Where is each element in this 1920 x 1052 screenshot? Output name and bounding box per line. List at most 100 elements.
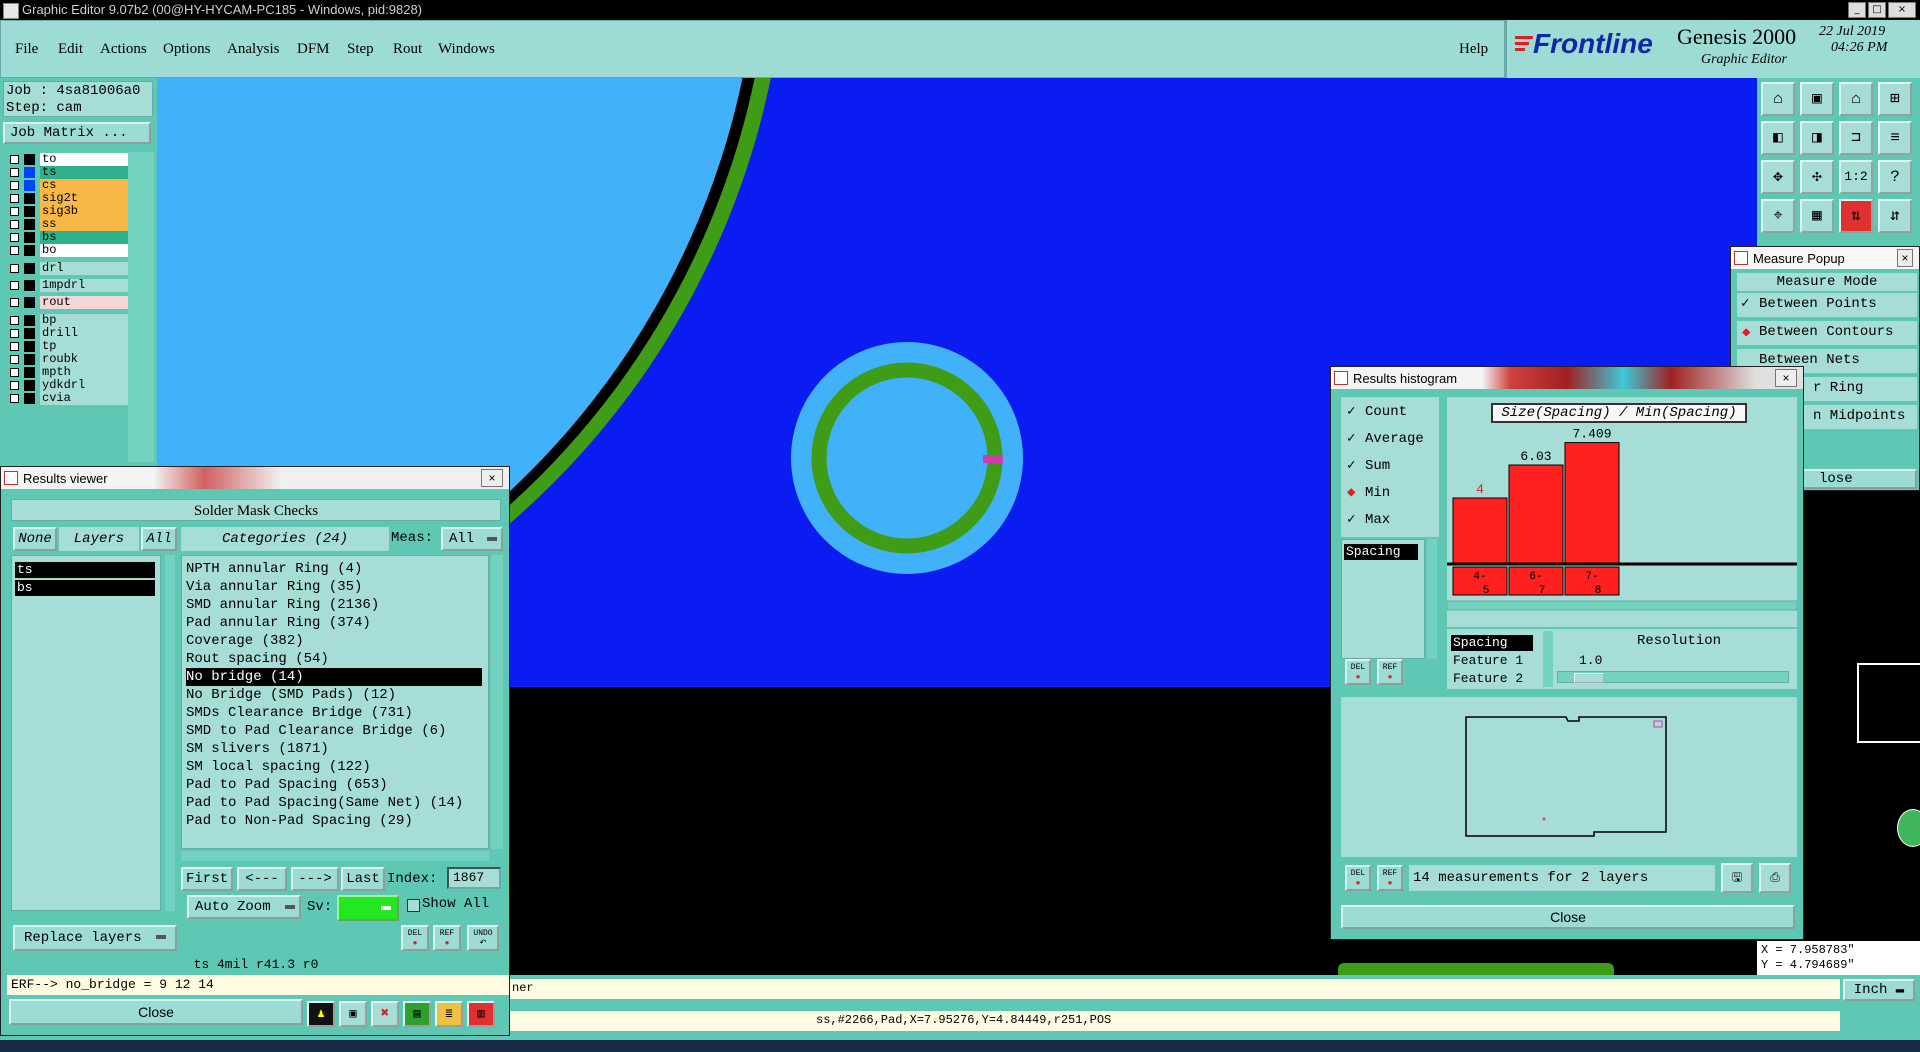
category-item[interactable]: No bridge (14) [186,668,482,686]
category-hscrollbar[interactable] [181,851,489,861]
menu-help[interactable]: Help [1459,41,1488,58]
meas-dropdown[interactable]: All [441,527,503,551]
layer-checkbox[interactable] [10,329,19,338]
pan-left-icon[interactable]: ◧ [1761,121,1795,155]
layer-list-scrollbar[interactable] [165,555,175,911]
category-item[interactable]: Pad to Pad Spacing (653) [186,776,388,794]
close-window-button[interactable]: × [1888,2,1916,18]
stat-option-min[interactable]: ◆ Min [1345,484,1437,504]
hist-ref-button[interactable]: REF ● [1377,659,1403,685]
resolution-slider[interactable] [1557,671,1789,683]
zoom-home-icon[interactable]: ⌂ [1761,82,1795,116]
measure-list-scrollbar[interactable] [1427,539,1437,659]
menu-options[interactable]: Options [163,41,211,58]
house-icon[interactable]: ⌂ [1839,82,1873,116]
category-item[interactable]: Via annular Ring (35) [186,578,362,596]
fit-icon[interactable]: ⊐ [1839,121,1873,155]
layer-color-swatch[interactable] [24,328,35,339]
field-feature-2[interactable]: Feature 2 [1453,671,1523,686]
unit-selector[interactable]: Inch ▬ [1843,979,1915,1001]
layer-color-swatch[interactable] [24,354,35,365]
field-spacing[interactable]: Spacing [1451,635,1533,651]
person-icon[interactable]: ♟ [307,1001,335,1027]
menu-step[interactable]: Step [347,41,374,58]
category-item[interactable]: Pad to Pad Spacing(Same Net) (14) [186,794,463,812]
category-item[interactable]: SM slivers (1871) [186,740,329,758]
histogram-close-button[interactable]: Close [1341,905,1795,929]
preview-del-button[interactable]: DEL ● [1345,865,1371,891]
layer-color-swatch[interactable] [24,280,35,291]
results-viewer-close-icon[interactable]: × [481,469,503,487]
measure-option-points[interactable]: ✓ Between Points [1737,293,1917,317]
undo-button[interactable]: UNDO ↶ [467,925,499,951]
stat-option-sum[interactable]: ✓ Sum [1345,457,1437,477]
histogram-bar[interactable] [1564,442,1620,564]
minimize-button[interactable]: _ [1848,2,1866,18]
histogram-bar[interactable] [1508,464,1564,564]
category-item[interactable]: SMDs Clearance Bridge (731) [186,704,413,722]
measure-type-item[interactable]: Spacing [1344,544,1418,560]
layer-checkbox[interactable] [10,368,19,377]
layer-color-swatch[interactable] [24,245,35,256]
zoom-in-icon[interactable]: ▣ [1800,82,1834,116]
histogram-close-icon[interactable]: × [1775,369,1797,387]
layer-color-swatch[interactable] [24,393,35,404]
layer-color-swatch[interactable] [24,219,35,230]
snap-icon[interactable]: ⌖ [1761,199,1795,233]
category-item[interactable]: Pad annular Ring (374) [186,614,371,632]
layer-checkbox[interactable] [10,181,19,190]
layer-name[interactable]: 1mpdrl [40,279,132,292]
layer-checkbox[interactable] [10,264,19,273]
list-icon[interactable]: ≣ [435,1001,463,1027]
layer-color-swatch[interactable] [24,380,35,391]
stat-option-count[interactable]: ✓ Count [1345,403,1437,423]
category-item[interactable]: SM local spacing (122) [186,758,371,776]
menu-actions[interactable]: Actions [100,41,147,58]
sv-color-dropdown[interactable] [337,895,399,921]
scale-1-2-icon[interactable]: 1:2 [1839,160,1873,194]
layer-checkbox[interactable] [10,220,19,229]
command-line[interactable]: ERF--> no_bridge = 9 12 14 [7,975,509,995]
histogram-icon[interactable]: ▥ [467,1001,495,1027]
layer-color-swatch[interactable] [24,193,35,204]
export-icon[interactable]: 🖫 [1721,863,1753,893]
layer-checkbox[interactable] [10,381,19,390]
layer-color-swatch[interactable] [24,297,35,308]
layer-color-swatch[interactable] [24,232,35,243]
layer-color-swatch[interactable] [24,367,35,378]
category-item[interactable]: SMD annular Ring (2136) [186,596,379,614]
auto-zoom-dropdown[interactable]: Auto Zoom [187,895,301,919]
layer-checkbox[interactable] [10,342,19,351]
layer-checkbox[interactable] [10,355,19,364]
stat-option-average[interactable]: ✓ Average [1345,430,1437,450]
histogram-bar[interactable] [1452,497,1508,564]
report-icon[interactable]: ▤ [403,1001,431,1027]
job-matrix-button[interactable]: Job Matrix ... [3,122,151,144]
hist-del-button[interactable]: DEL ● [1345,659,1371,685]
results-layer-item[interactable]: bs [15,580,155,596]
layer-color-swatch[interactable] [24,315,35,326]
menu-edit[interactable]: Edit [58,41,83,58]
layer-checkbox[interactable] [10,281,19,290]
category-item[interactable]: SMD to Pad Clearance Bridge (6) [186,722,446,740]
layer-checkbox[interactable] [10,298,19,307]
category-item[interactable]: Rout spacing (54) [186,650,329,668]
prev-button[interactable]: <--- [237,867,287,891]
layer-color-swatch[interactable] [24,263,35,274]
print-icon[interactable]: ⎙ [1759,863,1791,893]
menu-dfm[interactable]: DFM [297,41,330,58]
measure-option-contours[interactable]: ◆ Between Contours [1737,321,1917,345]
measure-alt-icon[interactable]: ⇵ [1878,199,1912,233]
ref-button[interactable]: REF ● [433,925,461,951]
measure-popup-close-icon[interactable]: × [1897,249,1913,267]
layer-color-swatch[interactable] [24,167,35,178]
display-icon[interactable]: ▣ [339,1001,367,1027]
split-view-icon[interactable]: ⊞ [1878,82,1912,116]
delete-results-icon[interactable]: ✖ [371,1001,399,1027]
layer-list-scrollbar[interactable] [128,152,154,462]
category-list-scrollbar[interactable] [491,555,503,849]
layer-checkbox[interactable] [10,207,19,216]
category-item[interactable]: No Bridge (SMD Pads) (12) [186,686,396,704]
show-all-checkbox[interactable] [407,899,420,912]
menu-rout[interactable]: Rout [393,41,422,58]
